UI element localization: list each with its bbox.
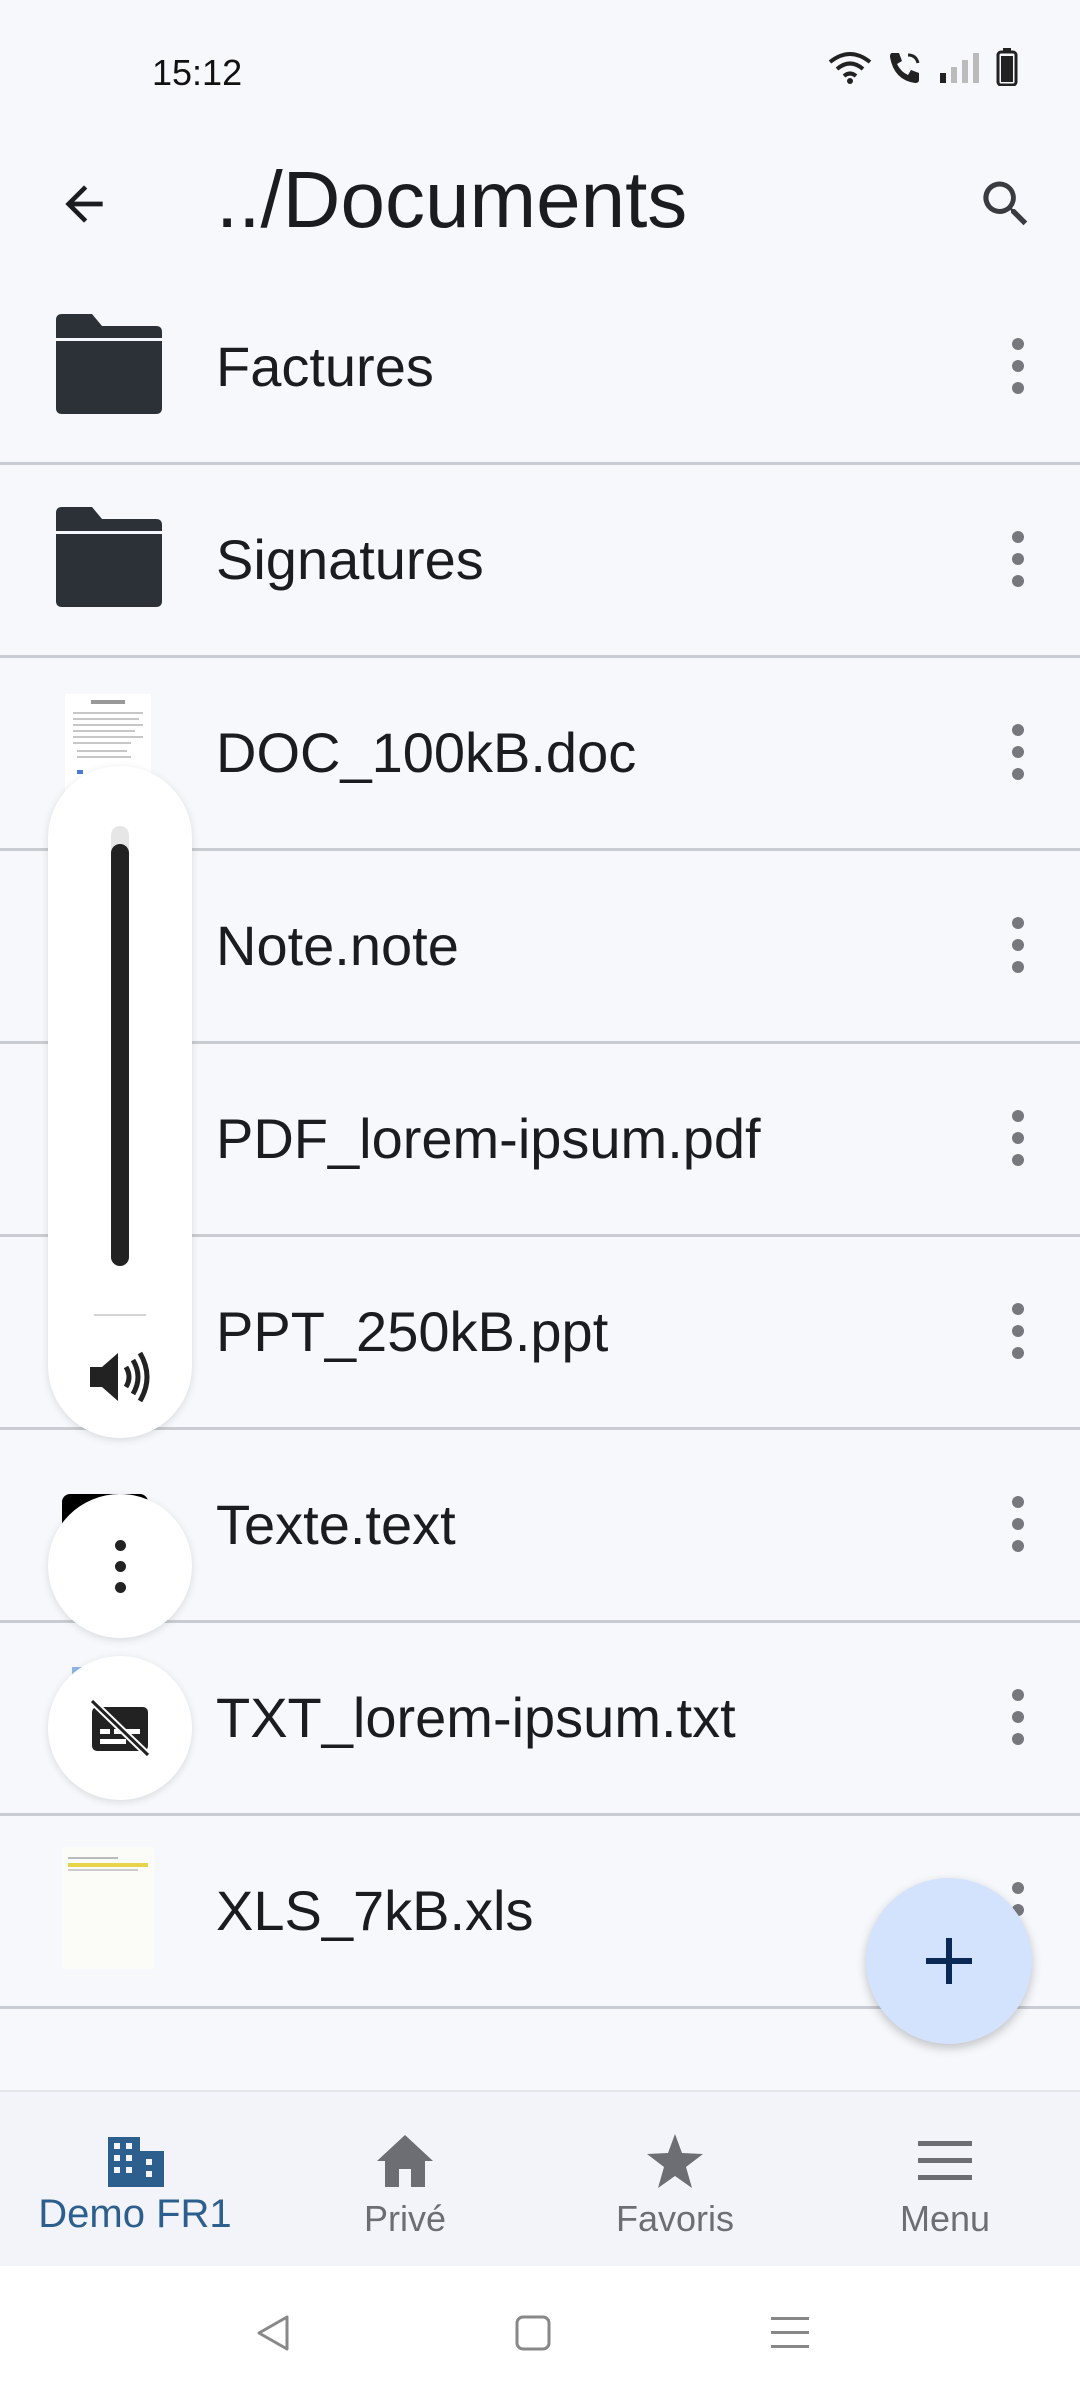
volume-divider [94,1314,146,1316]
volume-up-icon [90,1351,150,1403]
file-name: TXT_lorem-ipsum.txt [216,1686,736,1749]
file-name: XLS_7kB.xls [216,1879,534,1942]
search-button[interactable] [964,162,1048,246]
more-vert-icon [1012,1303,1024,1359]
volume-more-button[interactable] [48,1494,192,1638]
more-options-button[interactable] [980,517,1056,601]
menu-icon [810,2126,1080,2196]
page-title: ../Documents [216,155,688,244]
system-home-button[interactable] [498,2300,568,2366]
status-time: 15:12 [152,52,243,93]
nav-label: Favoris [615,2198,735,2239]
nav-item-favoris[interactable]: Favoris [540,2092,810,2268]
subtitles-off-icon [89,1699,151,1757]
status-bar: 15:12 [0,0,1080,140]
nav-item-demo-fr1[interactable]: Demo FR1 [0,2092,270,2268]
home-icon [270,2126,540,2196]
signal-icon [940,53,979,83]
xls-thumbnail-icon [52,1846,164,1970]
more-vert-icon [1012,1110,1024,1166]
plus-icon [926,1938,972,1984]
more-options-button[interactable] [980,1096,1056,1180]
more-vert-icon [1012,531,1024,587]
square-home-icon [515,2315,551,2351]
more-vert-icon [1012,724,1024,780]
wifi-icon [828,52,872,84]
nav-label: Demo FR1 [38,2192,232,2236]
status-icons [828,48,1018,86]
add-button[interactable] [866,1878,1032,2044]
list-item[interactable]: Signatures [0,465,1080,658]
system-navigation-bar [0,2266,1080,2400]
more-vert-icon [114,1539,126,1593]
wifi-call-icon [890,53,920,83]
list-item[interactable]: Factures [0,272,1080,465]
system-back-button[interactable] [238,2300,308,2366]
star-icon [540,2126,810,2196]
triangle-back-icon [257,2315,289,2351]
volume-level-fill [111,843,129,1266]
volume-button[interactable] [84,1344,156,1410]
nav-item-prive[interactable]: Privé [270,2092,540,2268]
file-name: PPT_250kB.ppt [216,1300,609,1363]
nav-label: Menu [899,2198,991,2239]
more-options-button[interactable] [980,324,1056,408]
more-options-button[interactable] [980,1289,1056,1373]
nav-label: Privé [363,2198,447,2239]
more-vert-icon [1012,1496,1024,1552]
arrow-back-icon [65,185,103,223]
file-name: Note.note [216,914,459,977]
volume-panel [48,766,192,1438]
more-vert-icon [1012,1689,1024,1745]
system-recents-button[interactable] [755,2300,825,2366]
search-icon [983,181,1028,226]
building-icon [0,2126,270,2196]
bottom-navigation: Demo FR1 Privé Favoris Menu [0,2090,1080,2268]
more-options-button[interactable] [980,903,1056,987]
folder-icon [52,302,164,426]
battery-icon [996,48,1018,86]
file-name: Signatures [216,528,484,591]
file-name: Factures [216,335,434,398]
more-options-button[interactable] [980,710,1056,794]
volume-slider[interactable] [111,826,129,1266]
file-name: PDF_lorem-ipsum.pdf [216,1107,761,1170]
back-button[interactable] [42,162,126,246]
nav-item-menu[interactable]: Menu [810,2092,1080,2268]
more-options-button[interactable] [980,1482,1056,1566]
more-options-button[interactable] [980,1675,1056,1759]
captions-off-button[interactable] [48,1656,192,1800]
app-bar: ../Documents [0,140,1080,260]
more-vert-icon [1012,338,1024,394]
folder-icon [52,495,164,619]
recents-lines-icon [771,2317,809,2348]
file-name: DOC_100kB.doc [216,721,637,784]
file-name: Texte.text [216,1493,456,1556]
more-vert-icon [1012,917,1024,973]
